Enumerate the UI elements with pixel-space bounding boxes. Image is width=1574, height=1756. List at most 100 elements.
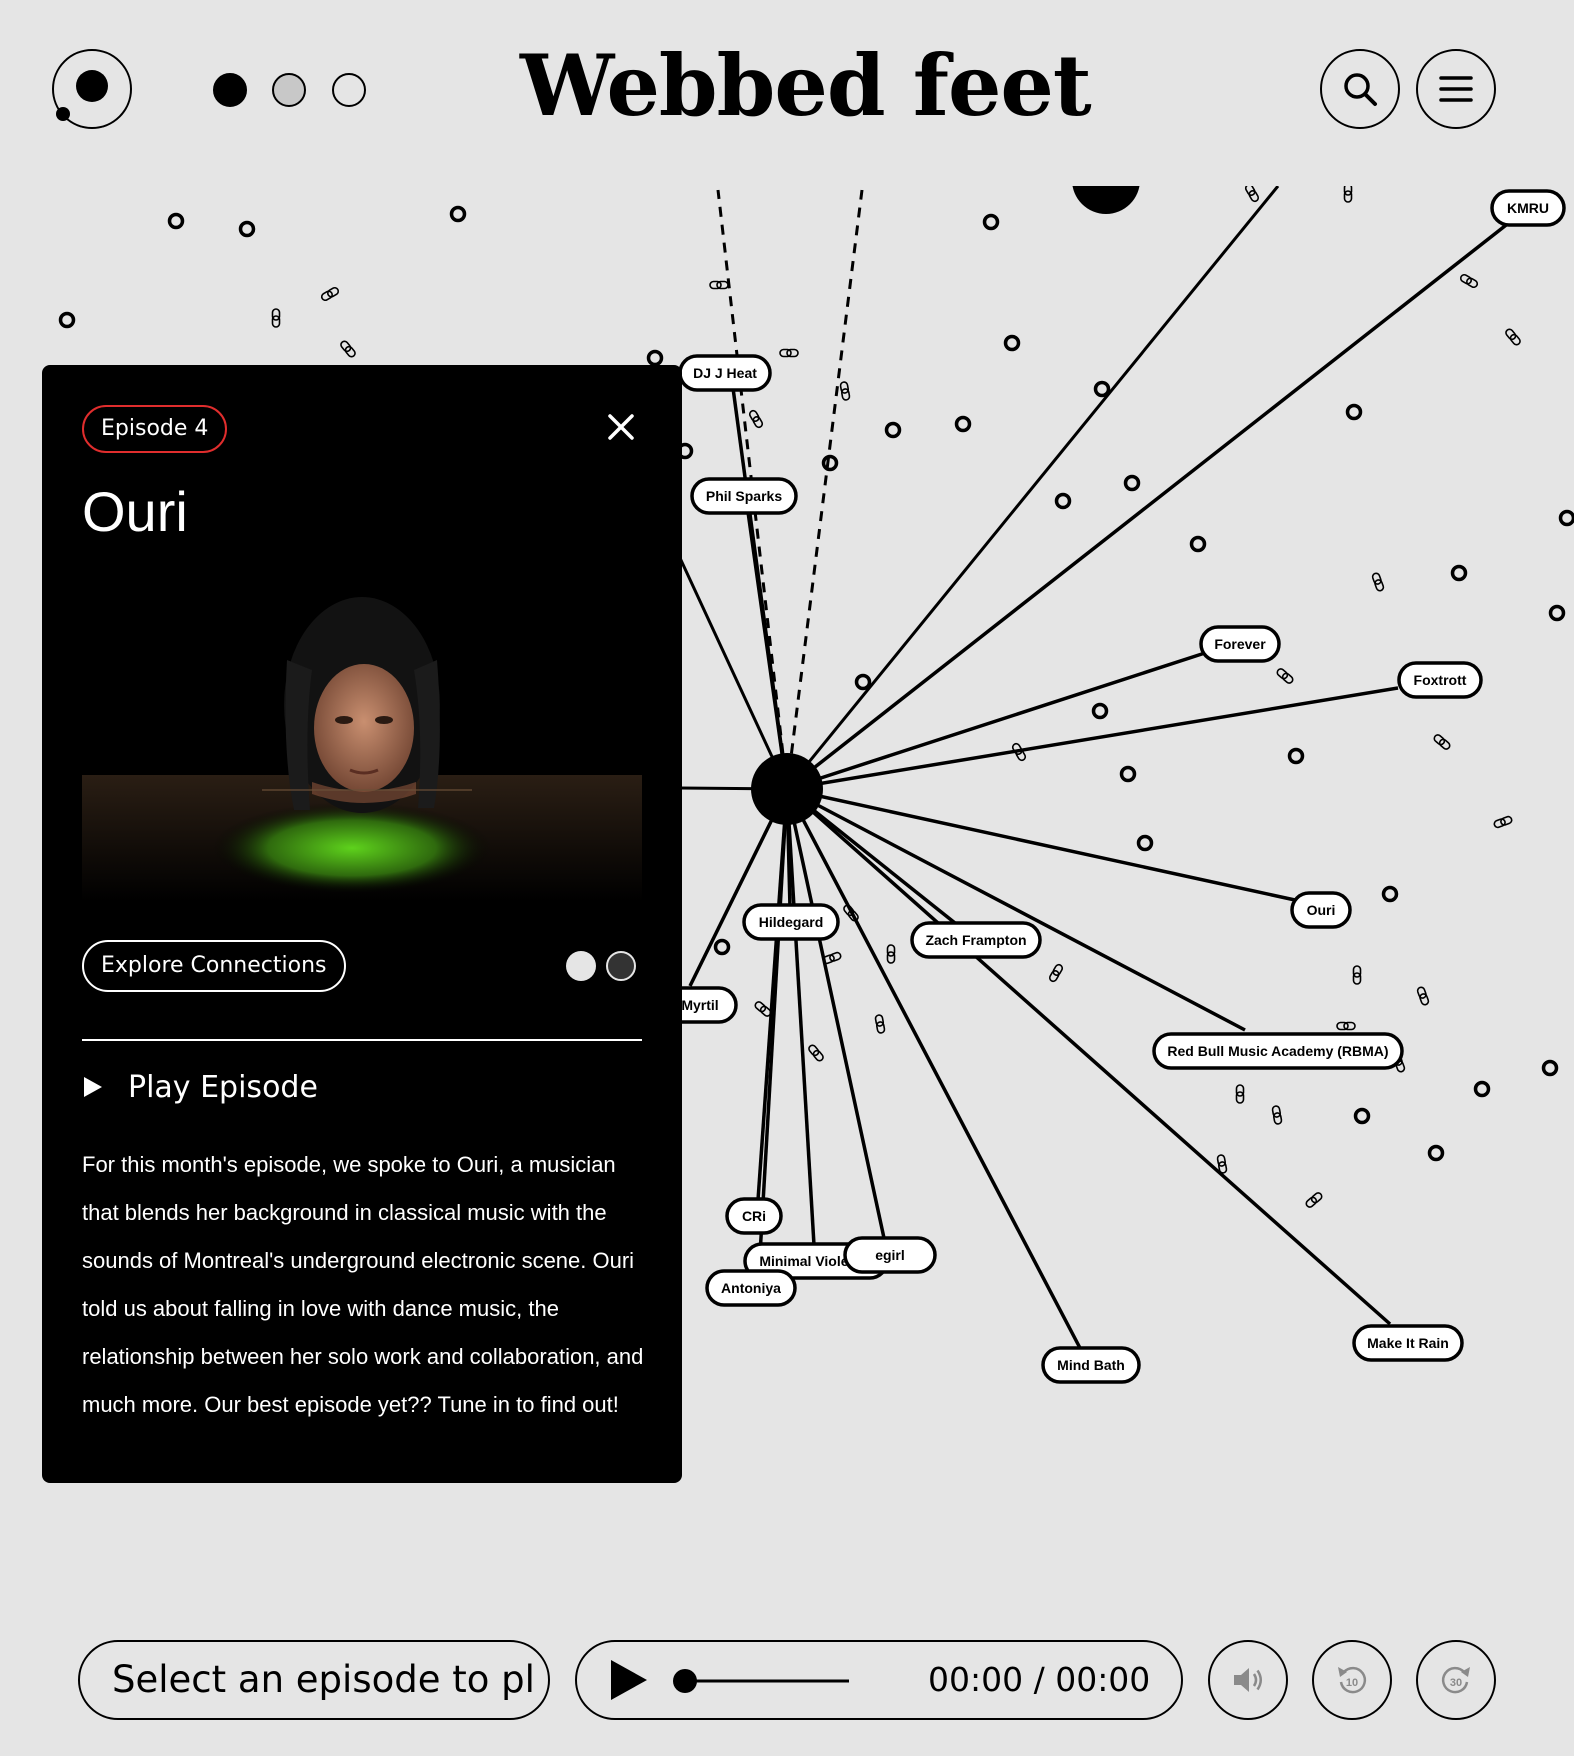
link-chain-icon xyxy=(1505,328,1521,346)
link-chain-icon xyxy=(1235,1084,1245,1104)
play-episode-button[interactable]: Play Episode xyxy=(82,1067,318,1107)
circle-node-icon[interactable] xyxy=(1473,1080,1491,1098)
circle-node-icon[interactable] xyxy=(821,454,839,472)
search-icon xyxy=(1344,73,1377,106)
circle-node-icon[interactable] xyxy=(1427,1144,1445,1162)
circle-node-icon[interactable] xyxy=(1054,492,1072,510)
circle-node-icon[interactable] xyxy=(238,220,256,238)
menu-button[interactable] xyxy=(1416,49,1496,129)
graph-node-zach-frampton[interactable]: Zach Frampton xyxy=(910,921,1042,959)
link-chain-icon xyxy=(754,1001,772,1017)
circle-node-icon[interactable] xyxy=(954,415,972,433)
link-chain-icon xyxy=(1343,186,1353,203)
link-chain-icon xyxy=(1336,1021,1356,1031)
graph-edge xyxy=(786,787,1296,902)
circle-node-icon[interactable] xyxy=(854,673,872,691)
circle-node-icon[interactable] xyxy=(1287,747,1305,765)
svg-text:30: 30 xyxy=(1450,1677,1462,1689)
graph-node-egirl[interactable]: egirl xyxy=(843,1236,937,1274)
graph-node-antoniya[interactable]: Antoniya xyxy=(705,1269,797,1307)
graph-edge-dashed xyxy=(785,189,864,790)
graph-edge xyxy=(786,686,1399,791)
graph-node-make-it-rain[interactable]: Make It Rain xyxy=(1352,1324,1464,1362)
panel-dot-1[interactable] xyxy=(566,951,596,981)
rewind-10-icon: 10 xyxy=(1338,1666,1367,1694)
link-chain-icon xyxy=(340,340,356,358)
link-chain-icon xyxy=(1416,986,1430,1006)
graph-node-label: Zach Frampton xyxy=(925,932,1026,948)
graph-node-hildegard[interactable]: Hildegard xyxy=(742,903,840,941)
circle-node-icon[interactable] xyxy=(1558,509,1574,527)
explore-connections-button[interactable]: Explore Connections xyxy=(82,940,346,992)
graph-node-red-bull-music-academy-rbma[interactable]: Red Bull Music Academy (RBMA) xyxy=(1152,1032,1404,1070)
graph-node-phil-sparks[interactable]: Phil Sparks xyxy=(690,477,798,515)
link-chain-icon xyxy=(1276,668,1294,684)
panel-dot-2[interactable] xyxy=(606,951,636,981)
circle-node-icon[interactable] xyxy=(1003,334,1021,352)
circle-node-icon[interactable] xyxy=(1136,834,1154,852)
circle-node-icon[interactable] xyxy=(1548,604,1566,622)
circle-node-icon[interactable] xyxy=(713,938,731,956)
graph-edge xyxy=(785,220,1512,791)
svg-text:10: 10 xyxy=(1346,1677,1358,1689)
link-chain-icon xyxy=(886,944,896,964)
link-chain-icon xyxy=(779,348,799,358)
link-chain-icon xyxy=(271,308,281,328)
circle-node-icon[interactable] xyxy=(58,311,76,329)
circle-node-icon[interactable] xyxy=(1381,885,1399,903)
link-chain-icon xyxy=(1244,186,1260,203)
circle-node-icon[interactable] xyxy=(1123,474,1141,492)
hamburger-menu-icon xyxy=(1439,76,1473,102)
graph-node-ouri[interactable]: Ouri xyxy=(1290,891,1352,929)
episode-badge: Episode 4 xyxy=(82,405,228,453)
graph-node-label: Ouri xyxy=(1307,902,1336,918)
circle-node-icon[interactable] xyxy=(449,205,467,223)
logo-button[interactable] xyxy=(52,49,132,129)
circle-node-icon[interactable] xyxy=(1353,1107,1371,1125)
circle-node-icon[interactable] xyxy=(1345,403,1363,421)
link-chain-icon xyxy=(839,381,851,401)
mode-dot-3[interactable] xyxy=(332,73,366,107)
episode-hub-node[interactable] xyxy=(751,753,823,825)
graph-node-cri[interactable]: CRi xyxy=(725,1197,783,1235)
progress-slider[interactable] xyxy=(673,1668,853,1694)
offscreen-hub-node[interactable] xyxy=(1072,186,1140,214)
progress-thumb[interactable] xyxy=(673,1669,697,1693)
graph-node-forever[interactable]: Forever xyxy=(1199,625,1281,663)
circle-node-icon[interactable] xyxy=(1541,1059,1559,1077)
graph-node-dj-j-heat[interactable]: DJ J Heat xyxy=(678,354,772,392)
link-chain-icon xyxy=(1048,963,1064,983)
volume-button[interactable] xyxy=(1208,1640,1288,1720)
mode-dot-2[interactable] xyxy=(272,73,306,107)
search-button[interactable] xyxy=(1320,49,1400,129)
play-episode-label: Play Episode xyxy=(128,1069,318,1105)
graph-node-kmru[interactable]: KMRU xyxy=(1490,189,1566,227)
graph-node-label: Mind Bath xyxy=(1057,1357,1125,1373)
play-icon[interactable] xyxy=(607,1658,651,1702)
circle-node-icon[interactable] xyxy=(884,421,902,439)
graph-node-mind-bath[interactable]: Mind Bath xyxy=(1041,1346,1141,1384)
circle-node-icon[interactable] xyxy=(646,349,664,367)
mode-dot-1[interactable] xyxy=(213,73,247,107)
graph-node-label: Myrtil xyxy=(681,997,718,1013)
rewind-button[interactable]: 10 xyxy=(1312,1640,1392,1720)
link-chain-icon xyxy=(808,1044,824,1062)
graph-node-label: CRi xyxy=(742,1208,766,1224)
logo-orbit-icon xyxy=(76,70,108,102)
circle-node-icon[interactable] xyxy=(1093,380,1111,398)
close-button[interactable] xyxy=(604,410,638,444)
graph-node-label: Hildegard xyxy=(759,914,824,930)
circle-node-icon[interactable] xyxy=(167,212,185,230)
circle-node-icon[interactable] xyxy=(1091,702,1109,720)
circle-node-icon[interactable] xyxy=(982,213,1000,231)
graph-node-foxtrott[interactable]: Foxtrott xyxy=(1397,661,1483,699)
circle-node-icon[interactable] xyxy=(1189,535,1207,553)
close-icon xyxy=(608,414,634,440)
link-chain-icon xyxy=(1433,734,1451,750)
circle-node-icon[interactable] xyxy=(1450,564,1468,582)
circle-node-icon[interactable] xyxy=(1119,765,1137,783)
forward-button[interactable]: 30 xyxy=(1416,1640,1496,1720)
site-title[interactable]: Webbed feet xyxy=(520,36,1092,136)
graph-node-label: Red Bull Music Academy (RBMA) xyxy=(1167,1043,1388,1059)
link-chain-icon xyxy=(1271,1105,1283,1125)
